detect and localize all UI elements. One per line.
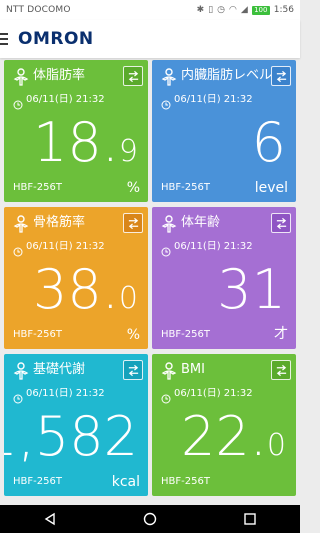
measurement-value: 6 <box>252 112 286 183</box>
swap-icon[interactable] <box>123 360 143 380</box>
measurement-value: 1,582 <box>4 406 138 477</box>
card-title: 基礎代謝 <box>33 362 86 377</box>
card-title: 体脂肪率 <box>33 68 86 83</box>
value-fraction: 9 <box>118 134 138 169</box>
device-model: HBF-256T <box>161 476 210 487</box>
value-main: 31 <box>217 258 286 321</box>
system-nav-bar <box>0 505 300 533</box>
measurement-datetime: 06/11(日) 21:32 <box>26 388 105 399</box>
measurement-unit: % <box>126 327 140 343</box>
measurement-card[interactable]: 内臓脂肪レベル 06/11(日) 21:32 6 HBF-256T level <box>152 60 296 202</box>
person-icon <box>159 361 179 381</box>
measurement-value: 22.0 <box>181 406 286 477</box>
swap-icon[interactable] <box>271 66 291 86</box>
measurement-value: 31 <box>217 259 286 330</box>
measurement-datetime: 06/11(日) 21:32 <box>174 94 253 105</box>
swap-icon[interactable] <box>271 360 291 380</box>
clock-icon <box>161 389 171 404</box>
measurement-datetime: 06/11(日) 21:32 <box>26 94 105 105</box>
measurement-datetime: 06/11(日) 21:32 <box>174 241 253 252</box>
measurement-unit: level <box>254 180 288 196</box>
measurement-card[interactable]: BMI 06/11(日) 21:32 22.0 HBF-256T <box>152 354 296 496</box>
clock-icon <box>13 242 23 257</box>
value-main: 22. <box>181 405 267 468</box>
person-icon <box>11 361 31 381</box>
alarm-icon: ◷ <box>217 5 225 15</box>
app-header: OMRON <box>0 20 300 58</box>
measurement-value: 18.9 <box>33 112 138 183</box>
card-title: 骨格筋率 <box>33 215 86 230</box>
device-model: HBF-256T <box>13 329 62 340</box>
person-icon <box>11 67 31 87</box>
swap-icon[interactable] <box>123 66 143 86</box>
clock-time: 1:56 <box>273 5 294 15</box>
device-model: HBF-256T <box>161 182 210 193</box>
card-title: BMI <box>181 362 205 377</box>
signal-icon: ◢ <box>240 5 248 15</box>
device-model: HBF-256T <box>13 476 62 487</box>
bluetooth-icon: ✱ <box>196 5 205 15</box>
swap-icon[interactable] <box>123 213 143 233</box>
menu-icon[interactable] <box>0 33 14 45</box>
measurement-card[interactable]: 体年齢 06/11(日) 21:32 31 HBF-256T 才 <box>152 207 296 349</box>
value-main: 18. <box>33 111 119 174</box>
status-bar: NTT DOCOMO ✱ ▯ ◷ ◠ ◢ 100 1:56 <box>0 0 300 20</box>
person-icon <box>159 67 179 87</box>
battery-icon: 100 <box>251 5 270 15</box>
measurement-datetime: 06/11(日) 21:32 <box>26 241 105 252</box>
clock-icon <box>13 95 23 110</box>
measurement-unit: kcal <box>111 474 140 490</box>
measurement-card[interactable]: 体脂肪率 06/11(日) 21:32 18.9 HBF-256T% <box>4 60 148 202</box>
card-title: 体年齢 <box>181 215 221 230</box>
device-model: HBF-256T <box>13 182 62 193</box>
carrier-name: NTT DOCOMO <box>6 5 71 15</box>
value-fraction: 0 <box>118 281 138 316</box>
value-main: 38. <box>33 258 119 321</box>
person-icon <box>11 214 31 234</box>
recents-button[interactable] <box>220 505 280 533</box>
measurement-unit: 才 <box>274 326 288 342</box>
clock-icon <box>161 242 171 257</box>
clock-icon <box>13 389 23 404</box>
value-main: 6 <box>251 111 286 174</box>
measurement-value: 38.0 <box>33 259 138 330</box>
measurement-card[interactable]: 骨格筋率 06/11(日) 21:32 38.0 HBF-256T% <box>4 207 148 349</box>
person-icon <box>159 214 179 234</box>
card-title: 内臓脂肪レベル <box>181 68 273 83</box>
value-fraction: 0 <box>266 428 286 463</box>
back-button[interactable] <box>20 505 80 533</box>
home-button[interactable] <box>120 505 180 533</box>
device-model: HBF-256T <box>161 329 210 340</box>
measurement-datetime: 06/11(日) 21:32 <box>174 388 253 399</box>
brand-logo: OMRON <box>18 29 94 49</box>
measurement-unit: % <box>126 180 140 196</box>
clock-icon <box>161 95 171 110</box>
swap-icon[interactable] <box>271 213 291 233</box>
value-main: 1,582 <box>4 405 138 468</box>
wifi-icon: ◠ <box>229 5 237 15</box>
vibrate-icon: ▯ <box>208 5 214 15</box>
measurement-card[interactable]: 基礎代謝 06/11(日) 21:32 1,582 HBF-256T kcal <box>4 354 148 496</box>
